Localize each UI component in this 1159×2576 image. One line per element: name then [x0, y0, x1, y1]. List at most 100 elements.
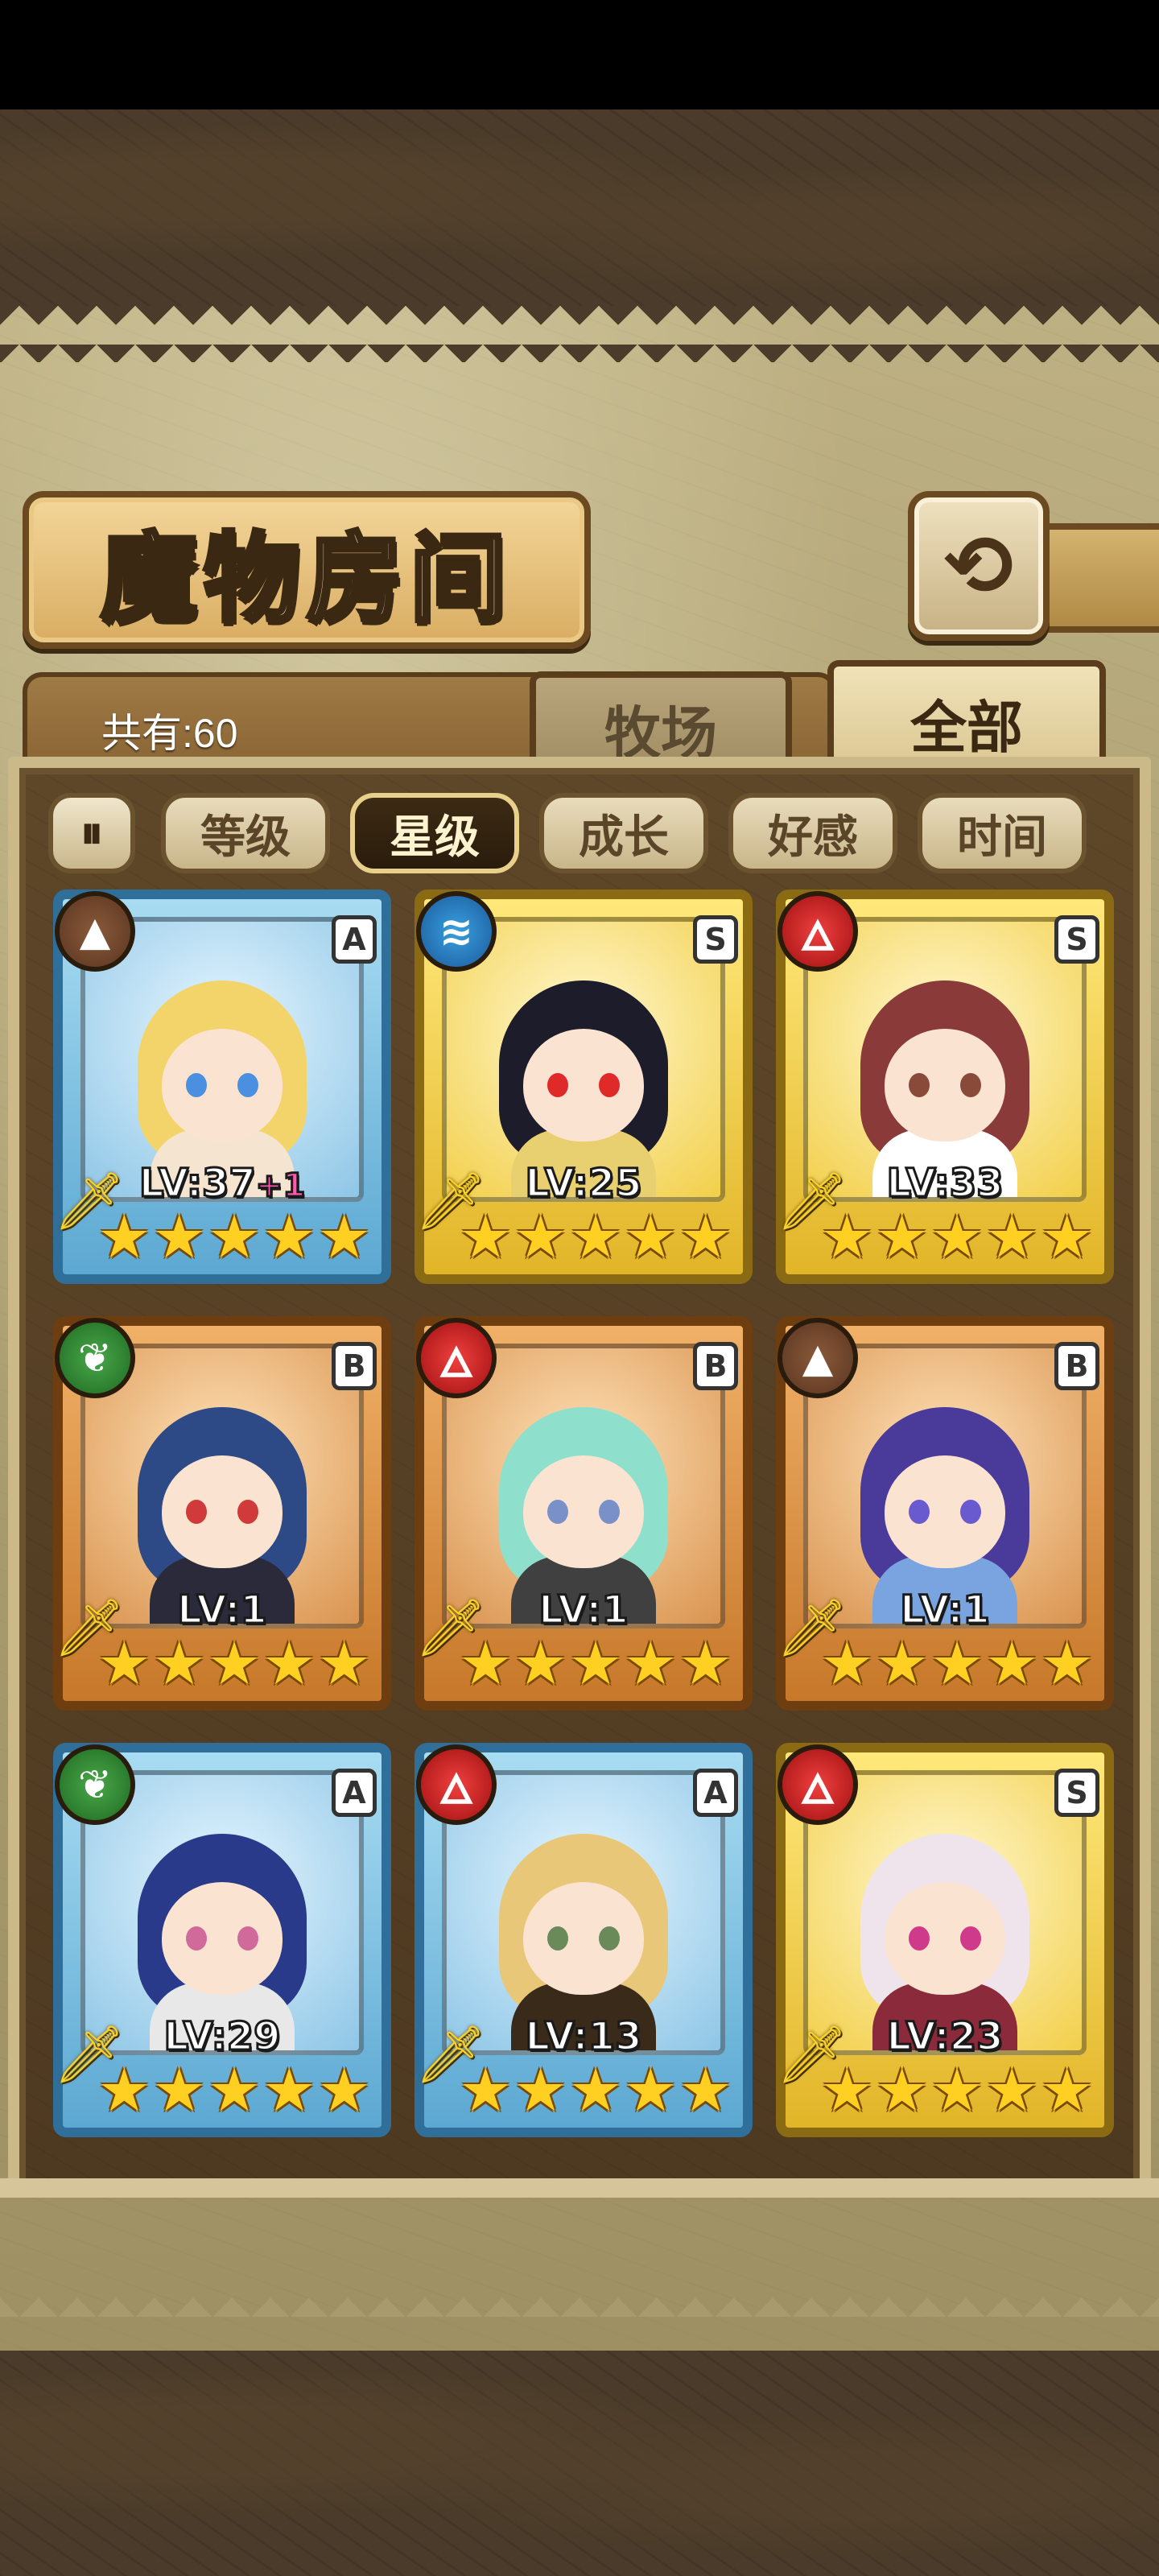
monster-card[interactable]: 🜂 S 🗡 LV:33 ★ ★ ★ ★ ★	[776, 890, 1114, 1284]
star-rating: ★ ★ ★ ★ ★	[97, 1629, 371, 1699]
filter-growth-button[interactable]: 成长	[539, 793, 708, 873]
monster-card[interactable]: 🜂 B 🗡 LV:1 ★ ★ ★ ★ ★	[415, 1316, 753, 1711]
back-arrow-icon: ⟲	[943, 517, 1014, 615]
monster-eye	[237, 1926, 258, 1951]
pause-icon: ⏸	[80, 807, 103, 859]
star-icon: ★	[820, 1629, 874, 1699]
monster-eye	[547, 1073, 568, 1098]
tabs-row: 共有:60 牧场 全部	[23, 660, 1136, 779]
monster-eye	[186, 1926, 207, 1951]
star-icon: ★	[624, 1203, 678, 1272]
filter-favor-button[interactable]: 好感	[728, 793, 897, 873]
monster-face	[162, 1882, 283, 1996]
star-icon: ★	[317, 1203, 371, 1272]
monster-face	[885, 1029, 1005, 1142]
monster-eye	[599, 1073, 620, 1098]
monster-card[interactable]: ❦ A 🗡 LV:29 ★ ★ ★ ★ ★	[53, 1743, 391, 2137]
star-icon: ★	[459, 1629, 513, 1699]
monster-eye	[237, 1500, 258, 1525]
monster-level-text: LV:37	[138, 1160, 257, 1208]
monster-card[interactable]: 🜂 S 🗡 LV:23 ★ ★ ★ ★ ★	[776, 1743, 1114, 2137]
star-icon: ★	[514, 1629, 567, 1699]
star-icon: ★	[317, 1629, 371, 1699]
monster-face	[523, 1029, 644, 1142]
monster-level-text: LV:1	[899, 1587, 992, 1634]
star-icon: ★	[930, 2056, 984, 2125]
star-rating: ★ ★ ★ ★ ★	[97, 1203, 371, 1272]
rank-badge: S	[1054, 915, 1099, 964]
monster-level: LV:1	[63, 1587, 382, 1634]
torn-edge-top	[0, 306, 1159, 362]
star-rating: ★ ★ ★ ★ ★	[97, 2056, 371, 2125]
monster-card[interactable]: ≋ S 🗡 LV:25 ★ ★ ★ ★ ★	[415, 890, 753, 1284]
element-wind-icon: ❦	[55, 1744, 135, 1825]
monster-face	[885, 1882, 1005, 1996]
rank-badge: B	[1054, 1342, 1099, 1390]
map-background-bottom	[0, 2351, 1159, 2576]
monster-eye	[960, 1500, 981, 1525]
star-icon: ★	[985, 1203, 1039, 1272]
sort-toggle-button[interactable]: ⏸	[48, 793, 135, 873]
monster-level-text: LV:23	[885, 2013, 1004, 2061]
monster-level-text: LV:13	[524, 2013, 643, 2061]
monster-face	[162, 1029, 283, 1142]
star-icon: ★	[152, 1629, 206, 1699]
star-icon: ★	[317, 2056, 371, 2125]
filter-time-button[interactable]: 时间	[918, 793, 1087, 873]
star-icon: ★	[678, 2056, 732, 2125]
panel-bottom-border	[0, 2178, 1159, 2198]
monster-count: 共有:60	[101, 711, 238, 756]
monster-level: LV:37+1	[63, 1160, 382, 1208]
monster-card[interactable]: ▲ A 🗡 LV:37+1 ★ ★ ★ ★ ★	[53, 890, 391, 1284]
star-icon: ★	[459, 2056, 513, 2125]
rank-badge: S	[1054, 1769, 1099, 1817]
star-icon: ★	[930, 1629, 984, 1699]
monster-eye	[960, 1926, 981, 1951]
monster-level: LV:33	[786, 1160, 1104, 1208]
star-icon: ★	[152, 1203, 206, 1272]
monster-card[interactable]: ❦ B 🗡 LV:1 ★ ★ ★ ★ ★	[53, 1316, 391, 1711]
star-icon: ★	[152, 2056, 206, 2125]
status-bar-area	[0, 0, 1159, 109]
monster-level: LV:23	[786, 2013, 1104, 2061]
monster-level-text: LV:1	[176, 1587, 269, 1634]
star-icon: ★	[97, 1203, 151, 1272]
star-rating: ★ ★ ★ ★ ★	[459, 2058, 732, 2123]
rank-badge: A	[332, 915, 377, 964]
monster-eye	[186, 1500, 207, 1525]
monster-eye	[909, 1926, 930, 1951]
rank-badge: B	[693, 1342, 738, 1390]
monster-level-text: LV:33	[885, 1160, 1004, 1208]
page-title: 魔物房间	[99, 520, 513, 638]
filter-star-button[interactable]: 星级	[350, 793, 519, 873]
element-fire-icon: 🜂	[416, 1744, 497, 1825]
star-icon: ★	[875, 2056, 929, 2125]
star-icon: ★	[678, 1203, 732, 1272]
star-icon: ★	[207, 2056, 262, 2125]
monster-level: LV:25	[424, 1160, 743, 1208]
rank-badge: B	[332, 1342, 377, 1390]
monster-card[interactable]: ▲ B 🗡 LV:1 ★ ★ ★ ★ ★	[776, 1316, 1114, 1711]
monster-eye	[237, 1073, 258, 1098]
star-rating: ★ ★ ★ ★ ★	[820, 2056, 1094, 2125]
star-icon: ★	[985, 2056, 1039, 2125]
monster-card[interactable]: 🜂 A 🗡 LV:13 ★ ★ ★ ★ ★	[415, 1743, 753, 2137]
star-icon: ★	[875, 1203, 929, 1272]
filter-level-button[interactable]: 等级	[161, 793, 330, 873]
element-water-icon: ≋	[416, 891, 497, 972]
star-rating: ★ ★ ★ ★ ★	[459, 1203, 732, 1272]
star-icon: ★	[1040, 2056, 1094, 2125]
rank-badge: A	[693, 1769, 738, 1817]
element-fire-icon: 🜂	[777, 891, 858, 972]
title-banner: 魔物房间	[23, 491, 591, 649]
monster-level: LV:13	[424, 2013, 743, 2061]
torn-edge-bottom	[0, 2278, 1159, 2334]
monster-eye	[547, 1500, 568, 1525]
star-icon: ★	[875, 1629, 929, 1699]
rank-badge: A	[332, 1769, 377, 1817]
monster-face	[523, 1455, 644, 1569]
back-button[interactable]: ⟲	[908, 491, 1050, 641]
star-icon: ★	[262, 1203, 316, 1272]
star-icon: ★	[678, 1629, 732, 1699]
tab-all-label: 全部	[910, 693, 1023, 761]
